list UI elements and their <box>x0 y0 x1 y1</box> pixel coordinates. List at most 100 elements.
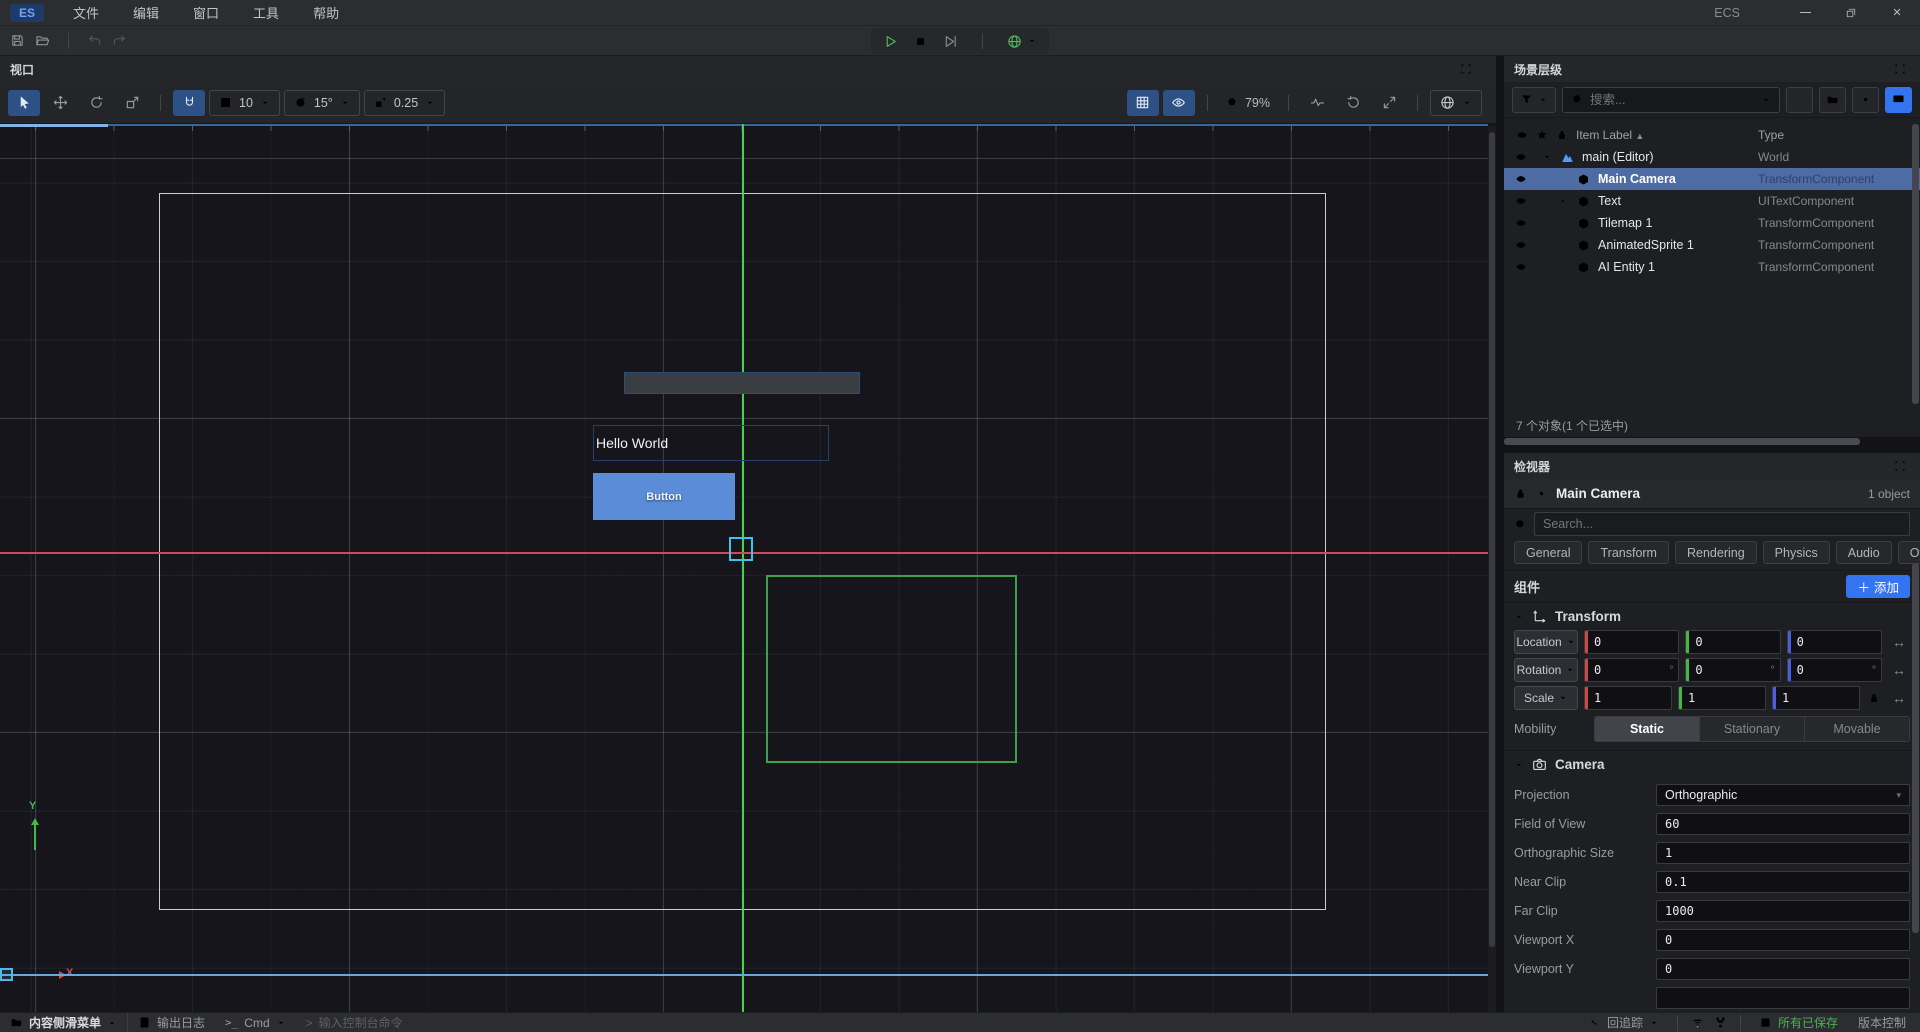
menu-file[interactable]: 文件 <box>56 0 116 25</box>
content-drawer-button[interactable]: 内容侧滑菜单 <box>0 1013 128 1032</box>
text-element[interactable]: Hello World <box>593 425 829 461</box>
step-button[interactable] <box>943 34 958 49</box>
hierarchy-row-animatedsprite[interactable]: AnimatedSprite 1 TransformComponent <box>1504 234 1920 256</box>
hierarchy-row-text[interactable]: Text UITextComponent <box>1504 190 1920 212</box>
close-button[interactable]: × <box>1874 0 1920 26</box>
hierarchy-row-ai-entity[interactable]: AI Entity 1 TransformComponent <box>1504 256 1920 278</box>
grid-visibility-button[interactable] <box>1127 90 1159 116</box>
save-button[interactable] <box>10 33 25 48</box>
save-status[interactable]: 所有已保存 <box>1749 1013 1848 1032</box>
open-button[interactable] <box>35 33 50 48</box>
fit-view-button[interactable] <box>1373 90 1405 116</box>
console-command-input[interactable]: > 输入控制台命令 <box>296 1013 413 1032</box>
menu-tools[interactable]: 工具 <box>236 0 296 25</box>
lock-icon[interactable] <box>1514 487 1527 500</box>
tab-rendering[interactable]: Rendering <box>1675 541 1757 564</box>
far-clip-input[interactable] <box>1656 900 1910 922</box>
scale-snap-dropdown[interactable]: 0.25 <box>364 90 445 116</box>
hierarchy-row-tilemap[interactable]: Tilemap 1 TransformComponent <box>1504 212 1920 234</box>
visibility-eye-icon[interactable] <box>1504 217 1538 229</box>
grid-snap-dropdown[interactable]: 10 <box>209 90 280 116</box>
hierarchy-row-main-camera[interactable]: Main Camera TransformComponent <box>1504 168 1920 190</box>
add-entity-button[interactable] <box>1786 87 1813 113</box>
tab-audio[interactable]: Audio <box>1836 541 1892 564</box>
scale-y-input[interactable] <box>1682 691 1765 705</box>
network-mode-dropdown[interactable] <box>1007 34 1037 49</box>
tab-general[interactable]: General <box>1514 541 1582 564</box>
filter-dropdown[interactable] <box>1512 87 1556 113</box>
hierarchy-horizontal-scrollbar[interactable] <box>1504 437 1920 446</box>
network-status-button[interactable] <box>1686 1016 1709 1029</box>
viewport-x-input[interactable] <box>1656 929 1910 951</box>
scrollbar-thumb[interactable] <box>1912 124 1919 404</box>
inspector-expand-button[interactable] <box>1894 460 1906 472</box>
inspector-search-input[interactable] <box>1534 512 1910 536</box>
viewport-y-input[interactable] <box>1656 958 1910 980</box>
undo-button[interactable] <box>87 33 102 48</box>
entity-bounds-rect[interactable] <box>766 575 1017 763</box>
mobility-movable[interactable]: Movable <box>1805 717 1909 741</box>
gizmo-visibility-button[interactable] <box>1163 90 1195 116</box>
maximize-button[interactable] <box>1828 0 1874 26</box>
visibility-eye-icon[interactable] <box>1504 239 1538 251</box>
eye-icon[interactable] <box>1516 129 1528 141</box>
column-type[interactable]: Type <box>1758 128 1920 142</box>
bottom-guide-handle[interactable] <box>0 968 13 981</box>
add-folder-button[interactable] <box>1819 87 1846 113</box>
hierarchy-settings-button[interactable] <box>1852 87 1879 113</box>
camera-section-header[interactable]: Camera <box>1504 750 1920 778</box>
hierarchy-search-box[interactable] <box>1562 87 1780 113</box>
trace-dropdown[interactable]: 回追踪 <box>1578 1013 1669 1032</box>
location-y-input[interactable] <box>1689 635 1779 649</box>
stats-button[interactable] <box>1301 90 1333 116</box>
hierarchy-expand-button[interactable] <box>1894 63 1906 75</box>
output-log-button[interactable]: 输出日志 <box>128 1013 215 1032</box>
scene-canvas[interactable]: Hello World Button Y X <box>0 124 1496 1012</box>
rotation-mode-dropdown[interactable]: Rotation <box>1514 658 1578 682</box>
menu-window[interactable]: 窗口 <box>176 0 236 25</box>
rotation-z-input[interactable] <box>1791 663 1881 677</box>
viewport-expand-button[interactable] <box>1460 63 1472 75</box>
stop-button[interactable] <box>914 35 927 48</box>
scrollbar-thumb[interactable] <box>1912 563 1919 933</box>
link-axes-icon[interactable]: ↔ <box>1888 634 1910 650</box>
display-mode-button[interactable] <box>1885 87 1912 113</box>
projection-select[interactable]: Orthographic▾ <box>1656 784 1910 806</box>
app-logo[interactable]: ES <box>10 4 44 22</box>
transform-section-header[interactable]: Transform <box>1504 602 1920 630</box>
gear-icon[interactable] <box>1535 487 1548 500</box>
world-dropdown[interactable] <box>1430 90 1482 116</box>
location-x-input[interactable] <box>1588 635 1678 649</box>
scale-lock-icon[interactable] <box>1866 692 1882 704</box>
rotation-y-input[interactable] <box>1689 663 1779 677</box>
play-button[interactable] <box>883 34 898 49</box>
redo-button[interactable] <box>112 33 127 48</box>
canvas-scrollbar-thumb[interactable] <box>1489 132 1495 947</box>
tab-transform[interactable]: Transform <box>1588 541 1669 564</box>
lock-icon[interactable] <box>1556 129 1568 141</box>
link-axes-icon[interactable]: ↔ <box>1888 662 1910 678</box>
orthographic-size-input[interactable] <box>1656 842 1910 864</box>
expand-chevron-icon[interactable] <box>1554 196 1572 206</box>
select-tool-button[interactable] <box>8 90 40 116</box>
zoom-level-display[interactable]: 79% <box>1220 96 1276 110</box>
location-z-input[interactable] <box>1791 635 1881 649</box>
minimize-button[interactable] <box>1782 0 1828 26</box>
rotate-tool-button[interactable] <box>80 90 112 116</box>
move-tool-button[interactable] <box>44 90 76 116</box>
link-axes-icon[interactable]: ↔ <box>1888 690 1910 706</box>
scrollbar-thumb[interactable] <box>1504 438 1860 445</box>
tab-physics[interactable]: Physics <box>1763 541 1830 564</box>
visibility-eye-icon[interactable] <box>1504 261 1538 273</box>
location-mode-dropdown[interactable]: Location <box>1514 630 1578 654</box>
cmd-dropdown[interactable]: >_ Cmd <box>215 1013 296 1032</box>
scale-mode-dropdown[interactable]: Scale <box>1514 686 1578 710</box>
rotation-x-input[interactable] <box>1588 663 1678 677</box>
ui-button-element[interactable]: Button <box>593 473 735 520</box>
mobility-stationary[interactable]: Stationary <box>1700 717 1805 741</box>
sprite-bar-element[interactable] <box>624 372 860 394</box>
visibility-eye-icon[interactable] <box>1504 195 1538 207</box>
add-component-button[interactable]: ＋添加 <box>1846 575 1910 598</box>
menu-help[interactable]: 帮助 <box>296 0 356 25</box>
mobility-static[interactable]: Static <box>1595 717 1700 741</box>
